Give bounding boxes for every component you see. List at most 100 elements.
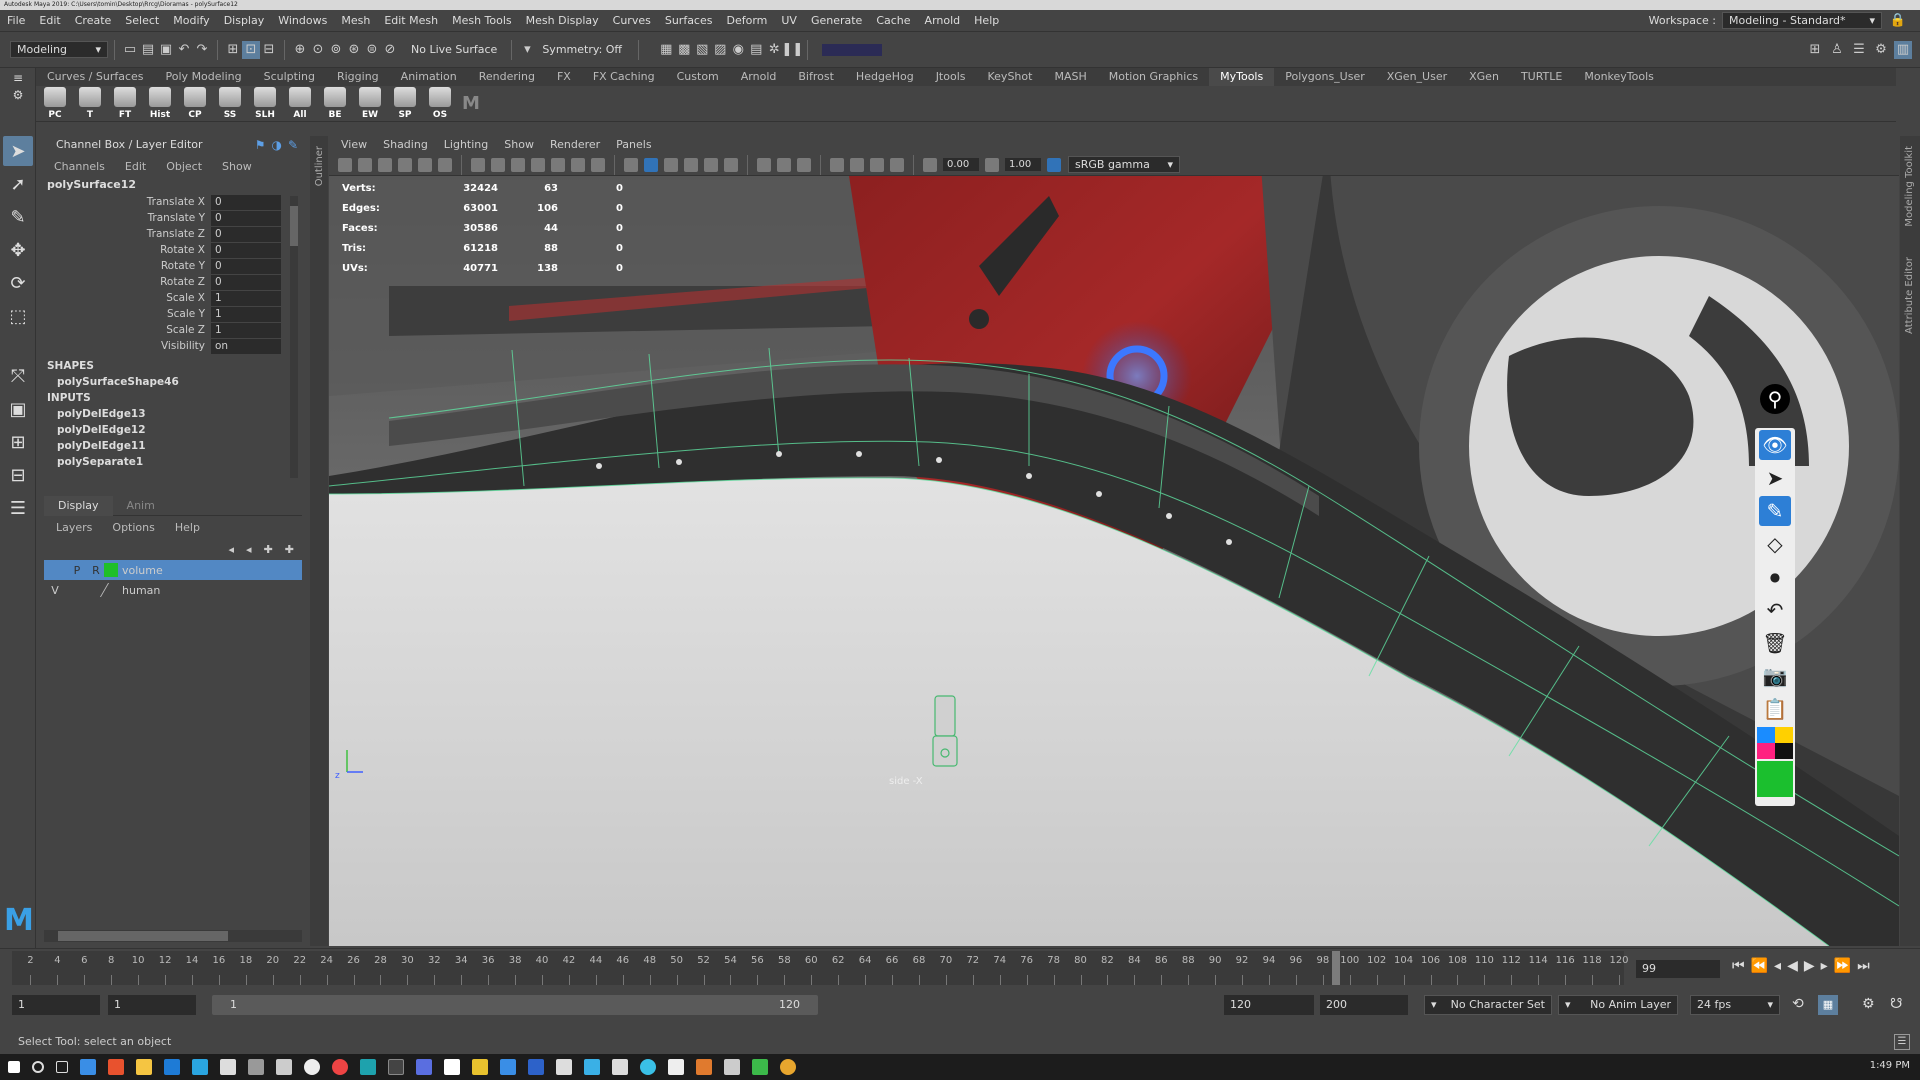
shelf-tab-xgen-user[interactable]: XGen_User bbox=[1376, 68, 1458, 86]
shelf-gear-icon[interactable]: ⚙ bbox=[3, 88, 33, 102]
wireframe-on-shaded-icon[interactable] bbox=[684, 157, 698, 172]
attribute-editor-icon[interactable]: ✎ bbox=[288, 138, 298, 152]
input-node[interactable]: polyDelEdge13 bbox=[44, 406, 302, 422]
wireframe-icon[interactable] bbox=[624, 157, 638, 172]
attribute-name[interactable]: Translate Y bbox=[44, 212, 211, 224]
menu-display[interactable]: Display bbox=[217, 10, 272, 32]
layer-color-swatch[interactable] bbox=[99, 583, 123, 597]
menu-mesh-tools[interactable]: Mesh Tools bbox=[445, 10, 519, 32]
attribute-name[interactable]: Visibility bbox=[44, 340, 211, 352]
attribute-value[interactable]: 0 bbox=[211, 210, 281, 226]
mail-icon[interactable] bbox=[220, 1059, 236, 1075]
app-icon[interactable] bbox=[108, 1059, 124, 1075]
shelf-button-pc[interactable]: PC bbox=[39, 86, 71, 121]
two-panes-icon[interactable]: ⊟ bbox=[3, 460, 33, 490]
hypershade-icon[interactable]: ◉ bbox=[729, 41, 747, 59]
attribute-editor-icon[interactable]: ☰ bbox=[1850, 41, 1868, 59]
attribute-name[interactable]: Scale Z bbox=[44, 324, 211, 336]
channel-menu-object[interactable]: Object bbox=[166, 160, 202, 173]
four-view-icon[interactable]: ⊞ bbox=[3, 427, 33, 457]
single-perspective-icon[interactable]: ▣ bbox=[3, 394, 33, 424]
shelf-button-t[interactable]: T bbox=[74, 86, 106, 121]
attribute-value[interactable]: 0 bbox=[211, 226, 281, 242]
redo-icon[interactable]: ↷ bbox=[193, 41, 211, 59]
layer-reference-toggle[interactable]: R bbox=[88, 564, 104, 577]
animation-end-field[interactable]: 200 bbox=[1320, 995, 1408, 1015]
undo-icon[interactable]: ↶ bbox=[175, 41, 193, 59]
channel-menu-show[interactable]: Show bbox=[222, 160, 252, 173]
playback-end-field[interactable]: 120 bbox=[1224, 995, 1314, 1015]
shelf-button-slh[interactable]: SLH bbox=[249, 86, 281, 121]
snap-point-icon[interactable]: ⊚ bbox=[327, 41, 345, 59]
shelf-tab-fx[interactable]: FX bbox=[546, 68, 582, 86]
shelf-tab-rendering[interactable]: Rendering bbox=[468, 68, 546, 86]
app-icon[interactable] bbox=[416, 1059, 432, 1075]
fps-dropdown[interactable]: 24 fps ▾ bbox=[1690, 995, 1780, 1015]
character-set-dropdown[interactable]: ▾ No Character Set bbox=[1424, 995, 1552, 1015]
image-plane-icon[interactable] bbox=[398, 157, 412, 172]
running-figure-icon[interactable]: ☋ bbox=[1890, 996, 1902, 1012]
app-icon[interactable] bbox=[500, 1059, 516, 1075]
shelf-tab-fx-caching[interactable]: FX Caching bbox=[582, 68, 666, 86]
range-slider[interactable]: 1 120 bbox=[212, 995, 818, 1015]
shelf-tab-poly-modeling[interactable]: Poly Modeling bbox=[155, 68, 253, 86]
snap-live-icon[interactable]: ⊜ bbox=[363, 41, 381, 59]
pause-icon[interactable]: ❚❚ bbox=[781, 41, 803, 59]
layer-name[interactable]: human bbox=[122, 584, 160, 597]
attribute-name[interactable]: Rotate Z bbox=[44, 276, 211, 288]
shelf-button-ew[interactable]: EW bbox=[354, 86, 386, 121]
scale-tool-icon[interactable]: ⬚ bbox=[3, 301, 33, 331]
playback-start-field[interactable]: 1 bbox=[108, 995, 196, 1015]
attribute-name[interactable]: Scale Y bbox=[44, 308, 211, 320]
loop-icon[interactable]: ⟲ bbox=[1792, 996, 1804, 1012]
xray-joints-icon[interactable] bbox=[870, 157, 884, 172]
shelf-menu-icon[interactable]: ≡ bbox=[3, 71, 33, 85]
xray-icon[interactable] bbox=[850, 157, 864, 172]
new-scene-icon[interactable]: ▭ bbox=[121, 41, 139, 59]
default-material-icon[interactable] bbox=[664, 157, 678, 172]
shadows-icon[interactable] bbox=[757, 157, 771, 172]
app-icon[interactable] bbox=[752, 1059, 768, 1075]
shelf-tab-hedgehog[interactable]: HedgeHog bbox=[845, 68, 925, 86]
menu-windows[interactable]: Windows bbox=[271, 10, 334, 32]
menu-mesh[interactable]: Mesh bbox=[334, 10, 377, 32]
app-icon[interactable] bbox=[304, 1059, 320, 1075]
app-icon[interactable] bbox=[584, 1059, 600, 1075]
color-management-icon[interactable] bbox=[1047, 157, 1061, 172]
new-layer-icon[interactable]: ✚ bbox=[264, 543, 273, 556]
search-icon[interactable] bbox=[32, 1061, 44, 1073]
attribute-editor-tab[interactable]: Attribute Editor bbox=[1904, 257, 1915, 334]
attribute-value[interactable]: 0 bbox=[211, 274, 281, 290]
attribute-name[interactable]: Scale X bbox=[44, 292, 211, 304]
attribute-name[interactable]: Rotate X bbox=[44, 244, 211, 256]
attribute-value[interactable]: 0 bbox=[211, 194, 281, 210]
auto-key-icon[interactable]: ▦ bbox=[1818, 995, 1838, 1015]
channel-menu-edit[interactable]: Edit bbox=[125, 160, 146, 173]
layer-visibility-toggle[interactable]: V bbox=[44, 584, 66, 597]
camera-icon[interactable]: 📷 bbox=[1759, 661, 1791, 691]
dot-icon[interactable]: ● bbox=[1759, 562, 1791, 592]
chevron-down-icon[interactable]: ▾ bbox=[518, 41, 536, 59]
ipr-render-icon[interactable]: ▧ bbox=[693, 41, 711, 59]
modeling-toolkit-icon[interactable]: ⊞ bbox=[1806, 41, 1824, 59]
pointer-icon[interactable]: ➤ bbox=[1759, 463, 1791, 493]
shelf-button-cp[interactable]: CP bbox=[179, 86, 211, 121]
maya-shelf-logo-icon[interactable]: M bbox=[462, 93, 480, 114]
human-ik-icon[interactable]: ♙ bbox=[1828, 41, 1846, 59]
word-icon[interactable] bbox=[528, 1059, 544, 1075]
lock-icon[interactable]: 🔒 bbox=[1890, 13, 1906, 28]
paint-select-tool-icon[interactable]: ✎ bbox=[3, 202, 33, 232]
menu-help[interactable]: Help bbox=[967, 10, 1006, 32]
grid-icon[interactable] bbox=[471, 157, 485, 172]
panel-menu-renderer[interactable]: Renderer bbox=[542, 136, 608, 154]
live-surface-label[interactable]: No Live Surface bbox=[411, 43, 497, 56]
panel-menu-show[interactable]: Show bbox=[496, 136, 542, 154]
layer-name[interactable]: volume bbox=[122, 564, 163, 577]
color-swatches[interactable] bbox=[1757, 727, 1793, 759]
safe-title-icon[interactable] bbox=[591, 157, 605, 172]
clipboard-icon[interactable]: 📋 bbox=[1759, 694, 1791, 724]
attribute-value[interactable]: on bbox=[211, 338, 281, 354]
attribute-name[interactable]: Rotate Y bbox=[44, 260, 211, 272]
horizontal-scrollbar[interactable] bbox=[44, 930, 302, 942]
anti-aliasing-icon[interactable] bbox=[797, 157, 811, 172]
